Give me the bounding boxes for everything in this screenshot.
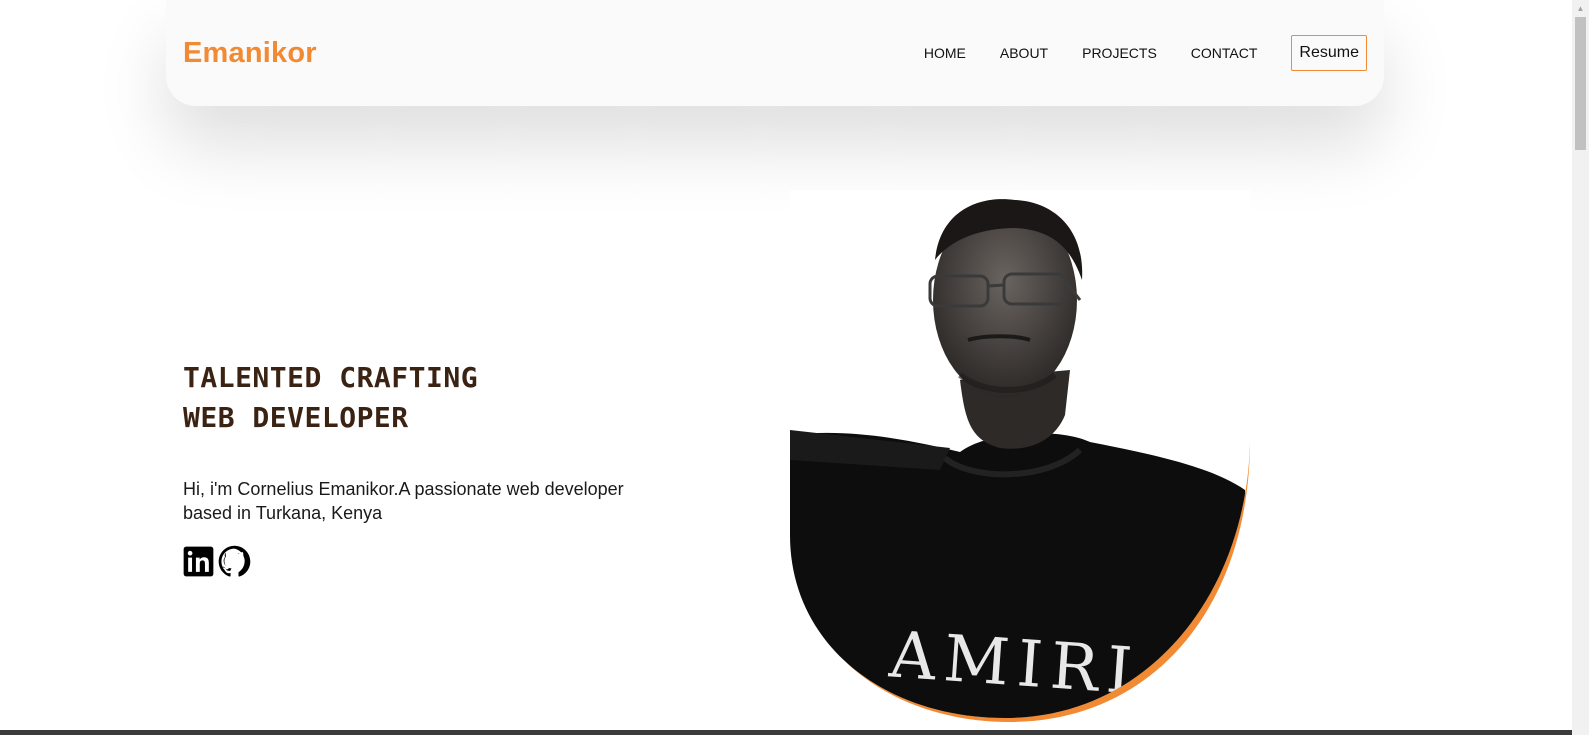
resume-button[interactable]: Resume <box>1291 35 1367 71</box>
linkedin-icon[interactable] <box>183 546 214 577</box>
social-links <box>183 545 663 578</box>
nav-link-about[interactable]: ABOUT <box>1000 45 1048 61</box>
nav-link-projects[interactable]: PROJECTS <box>1082 45 1157 61</box>
hero-title: TALENTED CRAFTING WEB DEVELOPER <box>183 358 663 438</box>
scroll-up-arrow-icon[interactable]: ▲ <box>1572 0 1589 17</box>
hero-title-line-2: WEB DEVELOPER <box>183 401 409 434</box>
nav-link-home[interactable]: HOME <box>924 45 966 61</box>
hero-description: Hi, i'm Cornelius Emanikor.A passionate … <box>183 479 624 523</box>
hero-section: TALENTED CRAFTING WEB DEVELOPER Hi, i'm … <box>183 358 663 578</box>
profile-photo: AMIRI <box>790 190 1260 725</box>
hero-title-line-1: TALENTED CRAFTING <box>183 361 479 394</box>
navbar: Emanikor HOME ABOUT PROJECTS CONTACT Res… <box>166 0 1384 106</box>
nav-links: HOME ABOUT PROJECTS CONTACT Resume <box>924 35 1367 71</box>
github-icon[interactable] <box>218 545 251 578</box>
page: Emanikor HOME ABOUT PROJECTS CONTACT Res… <box>0 0 1589 735</box>
scrollbar-thumb[interactable] <box>1575 17 1586 150</box>
bottom-edge <box>0 730 1572 735</box>
brand-logo[interactable]: Emanikor <box>183 36 317 70</box>
vertical-scrollbar[interactable]: ▲ <box>1572 0 1589 735</box>
nav-link-contact[interactable]: CONTACT <box>1191 45 1258 61</box>
